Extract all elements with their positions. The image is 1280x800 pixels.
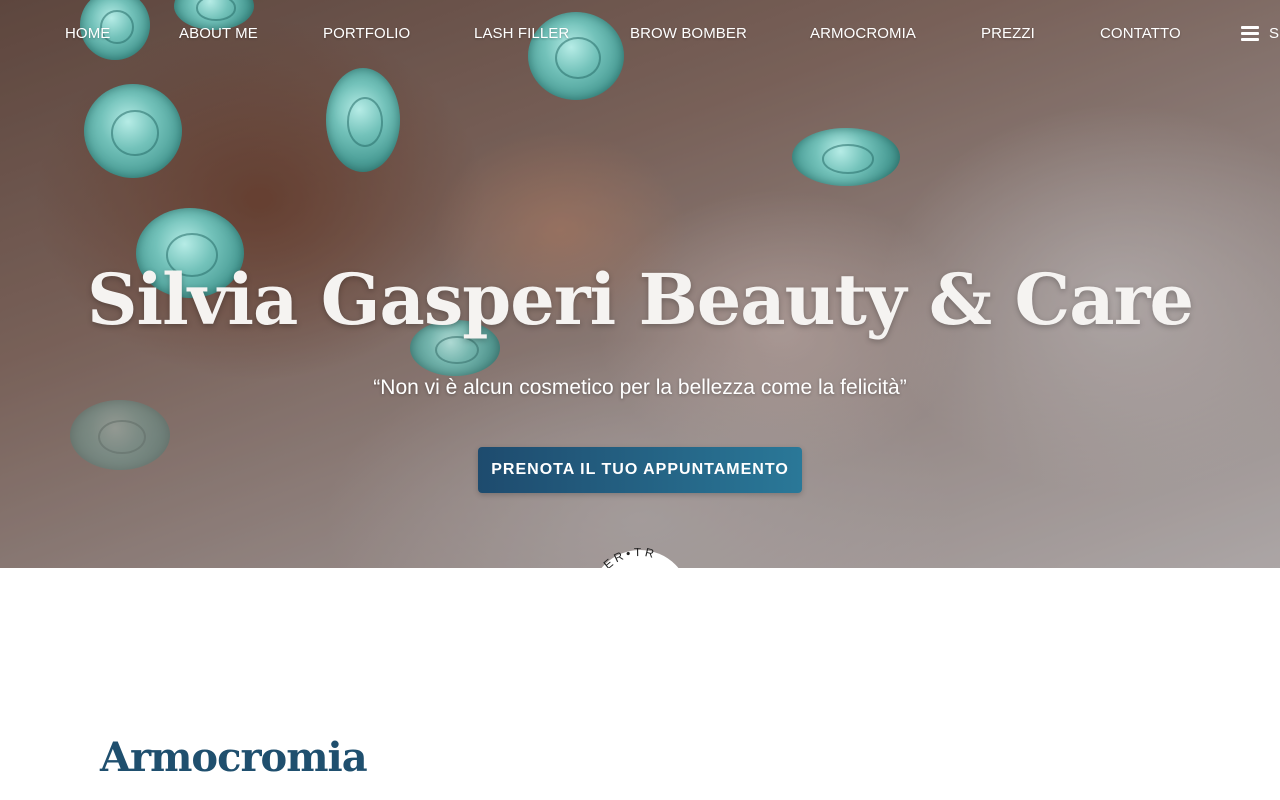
nav-item-home[interactable]: HOME [65, 25, 110, 42]
nav-item-armocromia[interactable]: ARMOCROMIA [810, 25, 916, 42]
hamburger-menu-icon [1241, 26, 1259, 41]
menu-toggle-label: S [1269, 25, 1280, 42]
hero-title: Silvia Gasperi Beauty & Care [87, 258, 1194, 341]
nav-item-brow-bomber[interactable]: BROW BOMBER [630, 25, 747, 42]
nav-item-contatto[interactable]: CONTATTO [1100, 25, 1181, 42]
rose-decoration [84, 84, 182, 178]
rose-decoration [70, 400, 170, 470]
main-navigation: HOME ABOUT ME PORTFOLIO LASH FILLER BROW… [0, 0, 1280, 68]
book-appointment-button[interactable]: PRENOTA IL TUO APPUNTAMENTO [478, 447, 802, 493]
section-heading-armocromia: Armocromia [100, 734, 368, 781]
rose-decoration [326, 68, 400, 172]
nav-item-lash-filler[interactable]: LASH FILLER [474, 25, 569, 42]
hero-quote: “Non vi è alcun cosmetico per la bellezz… [373, 376, 907, 399]
menu-toggle-button[interactable]: S [1241, 25, 1279, 42]
rotating-text-badge: ER•TR [588, 548, 692, 568]
rose-decoration [792, 128, 900, 186]
nav-item-prezzi[interactable]: PREZZI [981, 25, 1035, 42]
nav-item-about-me[interactable]: ABOUT ME [179, 25, 258, 42]
hero-section: HOME ABOUT ME PORTFOLIO LASH FILLER BROW… [0, 0, 1280, 568]
nav-item-portfolio[interactable]: PORTFOLIO [323, 25, 410, 42]
